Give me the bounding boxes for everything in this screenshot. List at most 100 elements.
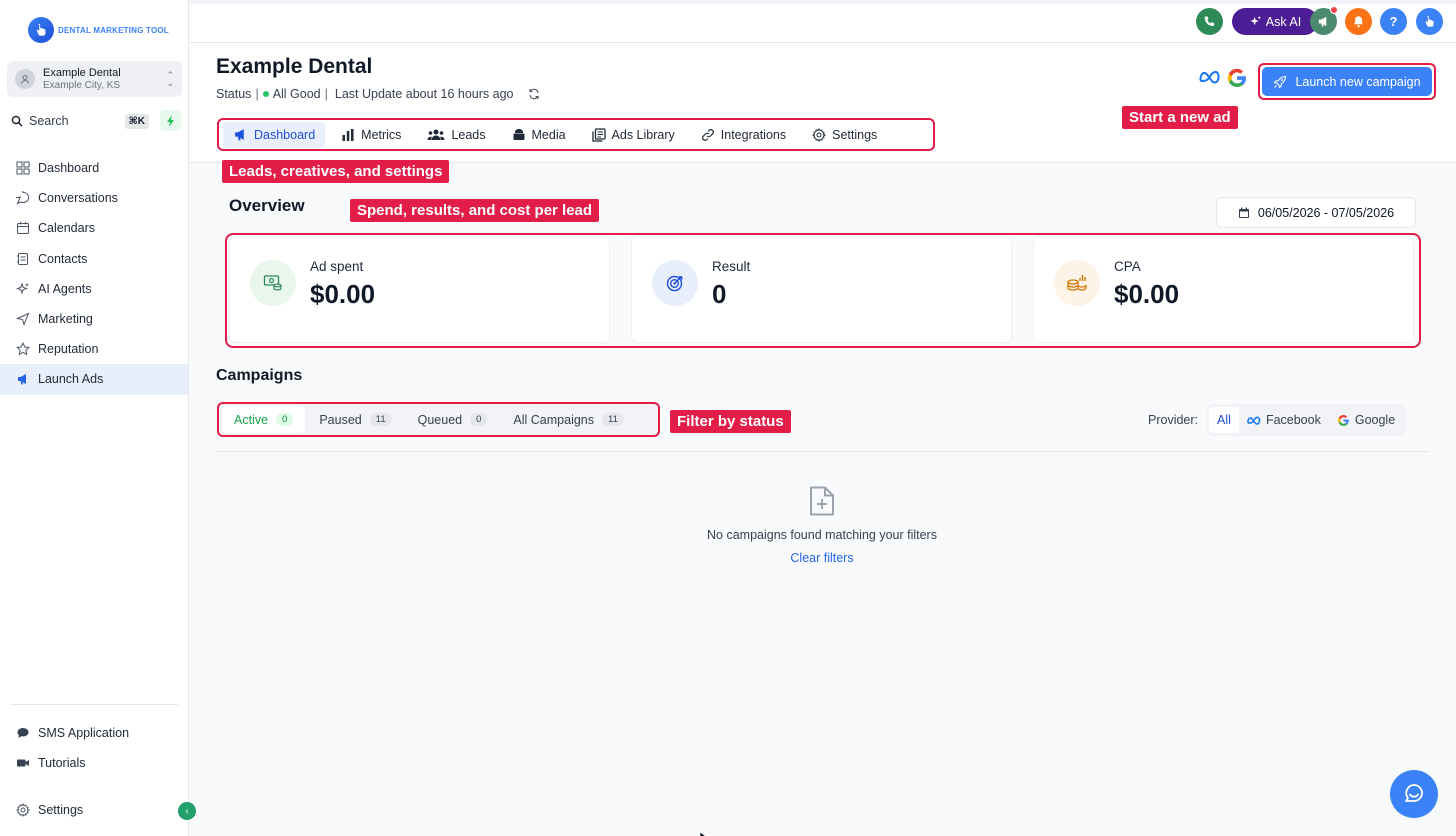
- tab-ads-library[interactable]: Ads Library: [582, 122, 685, 148]
- provider-google[interactable]: Google: [1329, 407, 1403, 433]
- stat-label: Ad spent: [310, 259, 364, 274]
- tab-media[interactable]: Media: [502, 122, 576, 148]
- coins-icon: [1054, 260, 1100, 306]
- location-avatar-icon: [15, 69, 35, 89]
- sidebar-item-tutorials[interactable]: Tutorials: [0, 748, 188, 778]
- sidebar-item-dashboard[interactable]: Dashboard: [0, 153, 188, 183]
- sparkle-icon: [15, 281, 31, 297]
- filter-queued[interactable]: Queued 0: [406, 406, 500, 433]
- tab-dashboard[interactable]: Dashboard: [223, 121, 326, 148]
- tab-integrations[interactable]: Integrations: [691, 122, 796, 148]
- users-icon: [427, 129, 445, 140]
- date-range-picker[interactable]: 06/05/2026 - 07/05/2026: [1216, 197, 1416, 228]
- clear-filters-link[interactable]: Clear filters: [622, 551, 1022, 565]
- megaphone-icon: [235, 129, 244, 141]
- filter-all-campaigns[interactable]: All Campaigns 11: [501, 406, 635, 433]
- announcements-button[interactable]: [1310, 6, 1338, 35]
- tab-label: Dashboard: [254, 127, 316, 142]
- sidebar-item-sms-application[interactable]: SMS Application: [0, 718, 188, 748]
- search-shortcut: ⌘K: [124, 113, 149, 129]
- meta-icon: [1247, 416, 1261, 425]
- logo-brand-secondary: MARKETING TOOL: [93, 25, 169, 35]
- question-icon: ?: [1389, 14, 1398, 29]
- provider-option-label: Facebook: [1265, 413, 1321, 427]
- sidebar-divider: [10, 704, 178, 705]
- mouse-cursor-icon: [699, 828, 709, 836]
- sidebar-item-conversations[interactable]: Conversations: [0, 183, 188, 213]
- app-logo[interactable]: DENTAL MARKETING TOOL: [28, 16, 169, 44]
- search-button[interactable]: Search ⌘K: [7, 109, 153, 133]
- sidebar-item-calendars[interactable]: Calendars: [0, 213, 188, 243]
- filter-active[interactable]: Active 0: [222, 406, 306, 433]
- sidebar-item-ai-agents[interactable]: AI Agents: [0, 274, 188, 304]
- link-icon: [701, 128, 714, 141]
- tab-metrics[interactable]: Metrics: [331, 122, 411, 148]
- callout-tabs: Leads, creatives, and settings: [222, 160, 450, 183]
- media-icon: [513, 128, 524, 140]
- sidebar-item-reputation[interactable]: Reputation: [0, 334, 188, 364]
- rocket-icon: [1273, 75, 1287, 89]
- filter-paused[interactable]: Paused 11: [307, 406, 403, 433]
- provider-facebook[interactable]: Facebook: [1239, 407, 1329, 433]
- sidebar-bottom-nav: SMS Application Tutorials: [0, 718, 188, 778]
- tab-label: Metrics: [361, 127, 402, 142]
- tab-leads[interactable]: Leads: [417, 122, 495, 148]
- stat-card-ad-spent: Ad spent $0.00: [229, 236, 610, 343]
- filter-count: 11: [369, 413, 392, 426]
- empty-state-text: No campaigns found matching your filters: [707, 528, 937, 542]
- provider-filter: Provider: All Facebook Google: [1148, 404, 1407, 436]
- stat-label: Result: [712, 259, 751, 274]
- collapse-sidebar-button[interactable]: ‹: [178, 802, 196, 820]
- notifications-button[interactable]: [1345, 8, 1372, 35]
- megaphone-icon: [15, 371, 31, 387]
- tab-settings[interactable]: Settings: [802, 122, 887, 148]
- sidebar-item-label: Conversations: [38, 191, 118, 206]
- status-line: Status | All Good | Last Update about 16…: [216, 87, 540, 101]
- sidebar-item-label: AI Agents: [38, 281, 92, 296]
- chat-support-button[interactable]: [1390, 770, 1438, 818]
- page-header: Example Dental Status | All Good | Last …: [189, 43, 1456, 163]
- sidebar-item-contacts[interactable]: Contacts: [0, 244, 188, 274]
- profile-button[interactable]: [1416, 8, 1443, 35]
- ask-ai-button[interactable]: Ask AI: [1232, 8, 1318, 35]
- gear-icon: [15, 802, 31, 818]
- tab-label: Ads Library: [611, 127, 675, 142]
- sidebar-item-settings[interactable]: Settings: [0, 795, 188, 825]
- sidebar-item-label: Launch Ads: [38, 372, 104, 387]
- quick-action-button[interactable]: [160, 110, 181, 131]
- filter-label: Paused: [319, 412, 362, 427]
- separator: |: [324, 87, 328, 101]
- sidebar-item-launch-ads[interactable]: Launch Ads: [0, 364, 188, 395]
- google-logo-icon: [1226, 67, 1248, 92]
- tab-label: Settings: [832, 127, 878, 142]
- callout-start-ad: Start a new ad: [1122, 106, 1238, 129]
- launch-new-campaign-button[interactable]: Launch new campaign: [1262, 67, 1432, 96]
- stat-card-cpa: CPA $0.00: [1033, 236, 1414, 343]
- sidebar-item-label: Settings: [38, 803, 84, 818]
- sidebar-item-label: Calendars: [38, 221, 95, 236]
- google-icon: [1337, 414, 1349, 426]
- meta-logo-icon: [1199, 70, 1221, 87]
- status-value: All Good: [272, 87, 321, 101]
- refresh-icon[interactable]: [528, 88, 540, 100]
- filter-label: All Campaigns: [513, 412, 594, 427]
- account-switcher[interactable]: Example Dental Example City, KS ⌃ ⌄: [7, 61, 182, 97]
- top-bar: Ask AI ?: [189, 4, 1456, 43]
- account-name: Example Dental: [43, 66, 121, 79]
- filter-label: Queued: [417, 412, 463, 427]
- page-title: Example Dental: [216, 55, 373, 78]
- provider-all[interactable]: All: [1209, 407, 1239, 433]
- logo-brand-primary: DENTAL: [58, 25, 91, 35]
- gear-icon: [812, 127, 827, 142]
- provider-label: Provider:: [1148, 413, 1199, 427]
- calendar-icon: [15, 220, 31, 236]
- sidebar-item-marketing[interactable]: Marketing: [0, 304, 188, 334]
- money-icon: [250, 260, 296, 306]
- phone-button[interactable]: [1196, 8, 1223, 35]
- stat-value: $0.00: [1114, 279, 1180, 309]
- stat-value: 0: [712, 279, 727, 309]
- chevron-left-icon: ‹: [185, 805, 189, 817]
- overview-title: Overview: [229, 196, 305, 215]
- help-button[interactable]: ?: [1380, 8, 1407, 35]
- grid-icon: [15, 160, 31, 176]
